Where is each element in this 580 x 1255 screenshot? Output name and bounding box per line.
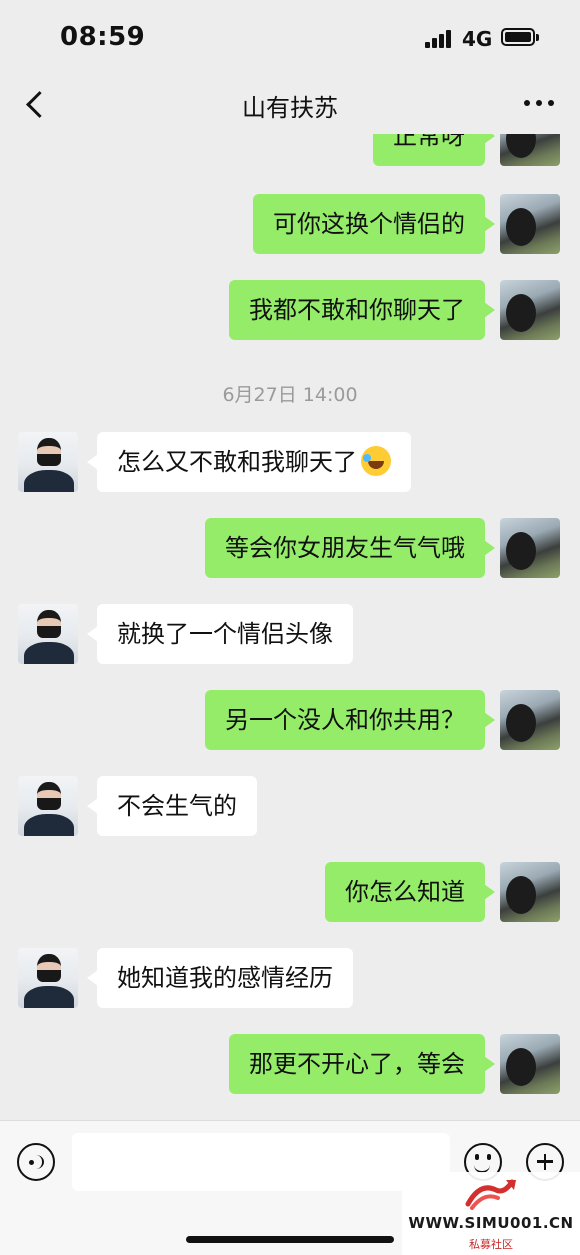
my-avatar[interactable] — [500, 194, 560, 254]
my-avatar[interactable] — [500, 280, 560, 340]
outgoing-message[interactable]: 正常呀 — [373, 134, 495, 166]
contact-avatar[interactable] — [18, 776, 78, 836]
outgoing-message[interactable]: 等会你女朋友生气气哦 — [205, 518, 495, 578]
outgoing-message[interactable]: 可你这换个情侣的 — [253, 194, 495, 254]
home-indicator[interactable] — [186, 1236, 394, 1243]
watermark: WWW.SIMU001.CN 私募社区 — [402, 1172, 580, 1255]
my-avatar[interactable] — [500, 134, 560, 166]
voice-input-icon[interactable] — [17, 1143, 55, 1181]
message-text: 怎么又不敢和我聊天了 — [117, 448, 357, 476]
status-bar: 08:59 4G — [0, 0, 580, 72]
crying-laugh-emoji-icon — [361, 446, 391, 476]
more-options-icon[interactable] — [522, 94, 556, 110]
my-avatar[interactable] — [500, 1034, 560, 1094]
chat-messages[interactable]: 正常呀 可你这换个情侣的 我都不敢和你聊天了 6月27日 14:00 怎么又不敢… — [0, 134, 580, 1120]
outgoing-message[interactable]: 我都不敢和你聊天了 — [229, 280, 495, 340]
watermark-subtitle: 私募社区 — [469, 1238, 513, 1251]
my-avatar[interactable] — [500, 690, 560, 750]
outgoing-message[interactable]: 那更不开心了，等会 — [229, 1034, 495, 1094]
signal-icon — [425, 30, 455, 48]
contact-avatar[interactable] — [18, 948, 78, 1008]
incoming-message[interactable]: 她知道我的感情经历 — [87, 948, 353, 1008]
watermark-logo-icon — [465, 1179, 516, 1210]
incoming-message[interactable]: 不会生气的 — [87, 776, 257, 836]
outgoing-message[interactable]: 另一个没人和你共用？ — [205, 690, 495, 750]
chat-title: 山有扶苏 — [242, 94, 338, 122]
my-avatar[interactable] — [500, 518, 560, 578]
network-type: 4G — [462, 27, 493, 51]
contact-avatar[interactable] — [18, 432, 78, 492]
contact-avatar[interactable] — [18, 604, 78, 664]
watermark-url: WWW.SIMU001.CN — [408, 1214, 574, 1232]
incoming-message[interactable]: 就换了一个情侣头像 — [87, 604, 353, 664]
my-avatar[interactable] — [500, 862, 560, 922]
message-input[interactable] — [72, 1133, 450, 1191]
incoming-message[interactable]: 怎么又不敢和我聊天了 — [87, 432, 411, 492]
message-timestamp: 6月27日 14:00 — [222, 384, 358, 406]
status-time: 08:59 — [60, 22, 146, 52]
battery-icon — [501, 28, 539, 46]
outgoing-message[interactable]: 你怎么知道 — [325, 862, 495, 922]
nav-bar: 山有扶苏 — [0, 72, 580, 134]
